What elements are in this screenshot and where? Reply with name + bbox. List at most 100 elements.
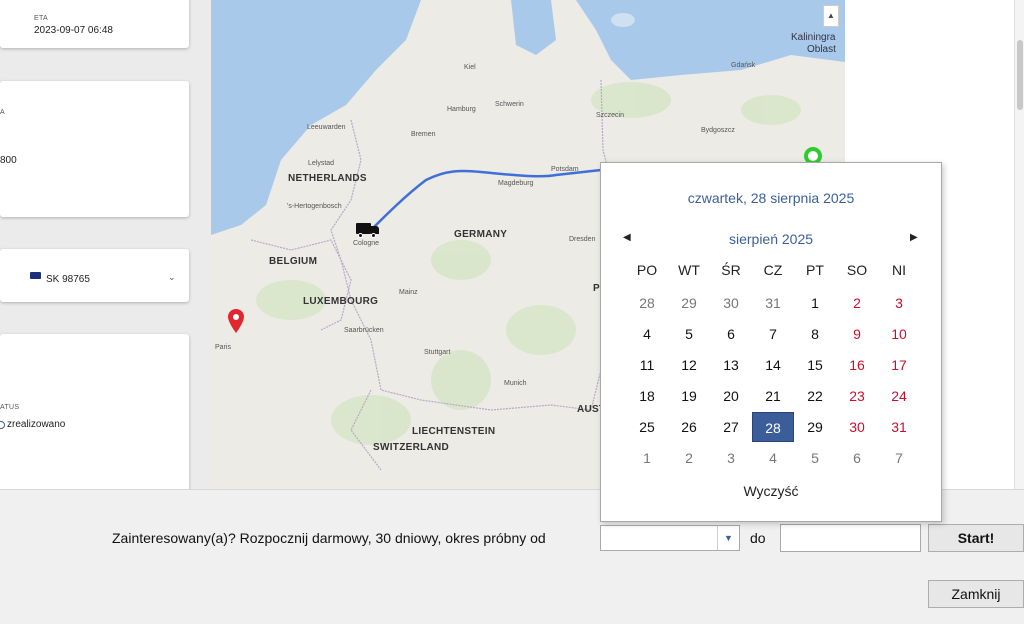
- map-label-netherlands: NETHERLANDS: [288, 173, 367, 184]
- start-button[interactable]: Start!: [928, 524, 1024, 552]
- info-card: A 800: [0, 81, 189, 217]
- calendar-day[interactable]: 13: [710, 350, 752, 380]
- map-label-hamburg: Hamburg: [447, 106, 476, 113]
- calendar-day[interactable]: 24: [878, 381, 920, 411]
- calendar-day[interactable]: 3: [878, 288, 920, 318]
- map-label-leeuwarden: Leeuwarden: [307, 124, 346, 131]
- chevron-down-icon[interactable]: ⌄: [168, 272, 176, 283]
- date-from-picker[interactable]: ▼: [600, 525, 740, 551]
- map-label-luxembourg: LUXEMBOURG: [303, 296, 379, 307]
- weekday-ni: NI: [892, 262, 906, 278]
- shipment-details-panel: ETA 2023-09-07 06:48 A 800 SK 98765 ⌄ AT…: [0, 0, 211, 489]
- eta-value: 2023-09-07 06:48: [34, 25, 113, 36]
- calendar-day[interactable]: 5: [794, 443, 836, 473]
- next-month-icon[interactable]: ▶: [910, 232, 918, 243]
- calendar-day[interactable]: 28: [626, 288, 668, 318]
- date-to-field[interactable]: [780, 524, 921, 552]
- close-button[interactable]: Zamknij: [928, 580, 1024, 608]
- scrollbar-thumb[interactable]: [1017, 40, 1023, 110]
- calendar-day[interactable]: 26: [668, 412, 710, 442]
- map-label-munich: Munich: [504, 380, 527, 387]
- map-label-prague: P: [593, 283, 600, 294]
- chevron-down-icon: ▼: [724, 533, 733, 543]
- calendar-day[interactable]: 11: [626, 350, 668, 380]
- map-label-mainz: Mainz: [399, 289, 418, 296]
- calendar-day[interactable]: 16: [836, 350, 878, 380]
- map-label-kaliningrad: Kaliningra: [791, 32, 836, 43]
- calendar-day[interactable]: 14: [752, 350, 794, 380]
- status-value: zrealizowano: [7, 419, 66, 430]
- north-sea: [211, 0, 421, 235]
- calendar-day[interactable]: 25: [626, 412, 668, 442]
- map-label-belgium: BELGIUM: [269, 256, 318, 267]
- route-line: [367, 168, 602, 234]
- eta-card: ETA 2023-09-07 06:48: [0, 0, 189, 48]
- map-label-liechtenstein: LIECHTENSTEIN: [412, 426, 496, 437]
- eta-label: ETA: [34, 15, 48, 22]
- calendar-day[interactable]: 22: [794, 381, 836, 411]
- map-label-stuttgart: Stuttgart: [424, 349, 451, 356]
- map-label-schwerin: Schwerin: [495, 101, 524, 108]
- calendar-day[interactable]: 15: [794, 350, 836, 380]
- origin-pin-icon[interactable]: [228, 309, 244, 333]
- clear-button[interactable]: Wyczyść: [601, 483, 941, 499]
- weekday-po: PO: [636, 262, 658, 278]
- calendar-day[interactable]: 7: [878, 443, 920, 473]
- calendar-day[interactable]: 9: [836, 319, 878, 349]
- danish-straits: [511, 0, 556, 55]
- calendar-day[interactable]: 27: [710, 412, 752, 442]
- map-label-hertogenbosch: 's-Hertogenbosch: [287, 203, 342, 210]
- weekday-cz: CZ: [763, 262, 783, 278]
- vehicle-plate: SK 98765: [46, 274, 90, 285]
- compass-icon[interactable]: ▲: [823, 5, 839, 27]
- calendar-day[interactable]: 17: [878, 350, 920, 380]
- date-dropdown-button[interactable]: ▼: [717, 526, 739, 550]
- map-label-potsdam: Potsdam: [551, 166, 579, 173]
- calendar-popup: czwartek, 28 sierpnia 2025 ◀ sierpień 20…: [600, 162, 942, 522]
- calendar-day[interactable]: 23: [836, 381, 878, 411]
- calendar-day[interactable]: 29: [794, 412, 836, 442]
- calendar-day[interactable]: 7: [752, 319, 794, 349]
- calendar-day[interactable]: 18: [626, 381, 668, 411]
- vehicle-select[interactable]: SK 98765 ⌄: [0, 249, 189, 302]
- vertical-scrollbar[interactable]: [1014, 0, 1024, 489]
- calendar-month-title[interactable]: sierpień 2025: [601, 231, 941, 247]
- status-card: ATUS zrealizowano: [0, 334, 189, 489]
- calendar-day[interactable]: 8: [794, 319, 836, 349]
- calendar-day[interactable]: 20: [710, 381, 752, 411]
- weekday-wt: WT: [678, 262, 700, 278]
- calendar-day[interactable]: 31: [752, 288, 794, 318]
- calendar-today-link[interactable]: czwartek, 28 sierpnia 2025: [601, 190, 941, 206]
- calendar-day[interactable]: 30: [836, 412, 878, 442]
- weekday-pt: PT: [806, 262, 824, 278]
- info-label: A: [0, 109, 5, 116]
- calendar-day[interactable]: 6: [836, 443, 878, 473]
- calendar-day[interactable]: 4: [752, 443, 794, 473]
- map-label-szczecin: Szczecin: [596, 112, 625, 119]
- calendar-day[interactable]: 1: [626, 443, 668, 473]
- calendar-day[interactable]: 2: [668, 443, 710, 473]
- map-label-bydgoszcz: Bydgoszcz: [701, 127, 735, 134]
- calendar-day[interactable]: 1: [794, 288, 836, 318]
- map-label-gdansk: Gdańsk: [731, 62, 756, 69]
- calendar-day[interactable]: 21: [752, 381, 794, 411]
- calendar-day[interactable]: 3: [710, 443, 752, 473]
- calendar-day[interactable]: 29: [668, 288, 710, 318]
- country-borders: [250, 79, 632, 471]
- calendar-day[interactable]: 2: [836, 288, 878, 318]
- truck-icon[interactable]: [356, 223, 380, 238]
- calendar-day[interactable]: 12: [668, 350, 710, 380]
- calendar-day[interactable]: 4: [626, 319, 668, 349]
- calendar-day[interactable]: 19: [668, 381, 710, 411]
- map-label-bremen: Bremen: [411, 131, 436, 138]
- calendar-day[interactable]: 31: [878, 412, 920, 442]
- map-label-paris: Paris: [215, 344, 231, 351]
- calendar-day[interactable]: 30: [710, 288, 752, 318]
- weekday-śr: ŚR: [721, 262, 741, 278]
- calendar-day[interactable]: 5: [668, 319, 710, 349]
- calendar-day-selected[interactable]: 28: [752, 412, 794, 442]
- calendar-day[interactable]: 6: [710, 319, 752, 349]
- map-label-kiel: Kiel: [464, 64, 476, 71]
- status-label: ATUS: [0, 404, 20, 411]
- calendar-day[interactable]: 10: [878, 319, 920, 349]
